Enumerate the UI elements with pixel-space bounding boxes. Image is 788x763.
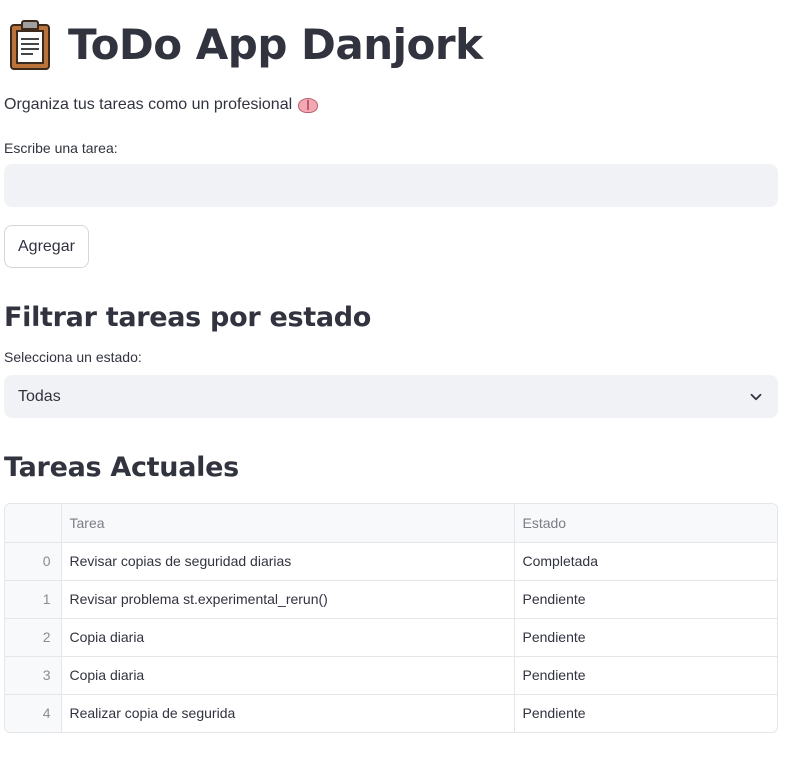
status-select-value: Todas <box>18 387 61 405</box>
title-row: ToDo App Danjork <box>4 2 778 88</box>
status-cell[interactable]: Pendiente <box>514 656 777 695</box>
brain-icon <box>298 97 319 113</box>
task-cell[interactable]: Realizar copia de segurida <box>61 694 515 732</box>
filter-heading: Filtrar tareas por estado <box>4 302 372 333</box>
status-select[interactable]: Todas <box>4 375 778 418</box>
task-cell[interactable]: Copia diaria <box>61 656 515 695</box>
status-cell[interactable]: Pendiente <box>514 580 777 619</box>
tasks-heading: Tareas Actuales <box>4 452 239 483</box>
status-cell[interactable]: Pendiente <box>514 618 777 657</box>
row-index: 1 <box>5 580 62 619</box>
status-select-label: Selecciona un estado: <box>4 349 142 365</box>
table-header-row: Tarea Estado <box>5 504 777 543</box>
page-title: ToDo App Danjork <box>68 20 483 69</box>
main-content: ToDo App Danjork Organiza tus tareas com… <box>4 0 778 733</box>
table-row[interactable]: 2 Copia diaria Pendiente <box>5 618 777 657</box>
row-index: 4 <box>5 694 62 732</box>
tasks-table[interactable]: Tarea Estado 0 Revisar copias de segurid… <box>4 503 778 733</box>
subtitle-text: Organiza tus tareas como un profesional <box>4 96 293 113</box>
table-row[interactable]: 1 Revisar problema st.experimental_rerun… <box>5 580 777 619</box>
column-header-index[interactable] <box>5 504 62 543</box>
row-index: 3 <box>5 656 62 695</box>
table-row[interactable]: 0 Revisar copias de seguridad diarias Co… <box>5 542 777 581</box>
table-row[interactable]: 3 Copia diaria Pendiente <box>5 656 777 695</box>
table-row[interactable]: 4 Realizar copia de segurida Pendiente <box>5 694 777 732</box>
chevron-down-icon <box>748 389 764 405</box>
column-header-estado[interactable]: Estado <box>514 504 777 543</box>
row-index: 2 <box>5 618 62 657</box>
task-cell[interactable]: Revisar copias de seguridad diarias <box>61 542 515 581</box>
add-task-button[interactable]: Agregar <box>4 225 89 268</box>
task-cell[interactable]: Copia diaria <box>61 618 515 657</box>
subtitle: Organiza tus tareas como un profesional <box>4 93 778 117</box>
column-header-tarea[interactable]: Tarea <box>61 504 515 543</box>
task-input[interactable] <box>4 164 778 207</box>
row-index: 0 <box>5 542 62 581</box>
status-cell[interactable]: Completada <box>514 542 777 581</box>
task-cell[interactable]: Revisar problema st.experimental_rerun() <box>61 580 515 619</box>
status-cell[interactable]: Pendiente <box>514 694 777 732</box>
clipboard-icon <box>8 18 54 72</box>
task-input-label: Escribe una tarea: <box>4 140 118 156</box>
